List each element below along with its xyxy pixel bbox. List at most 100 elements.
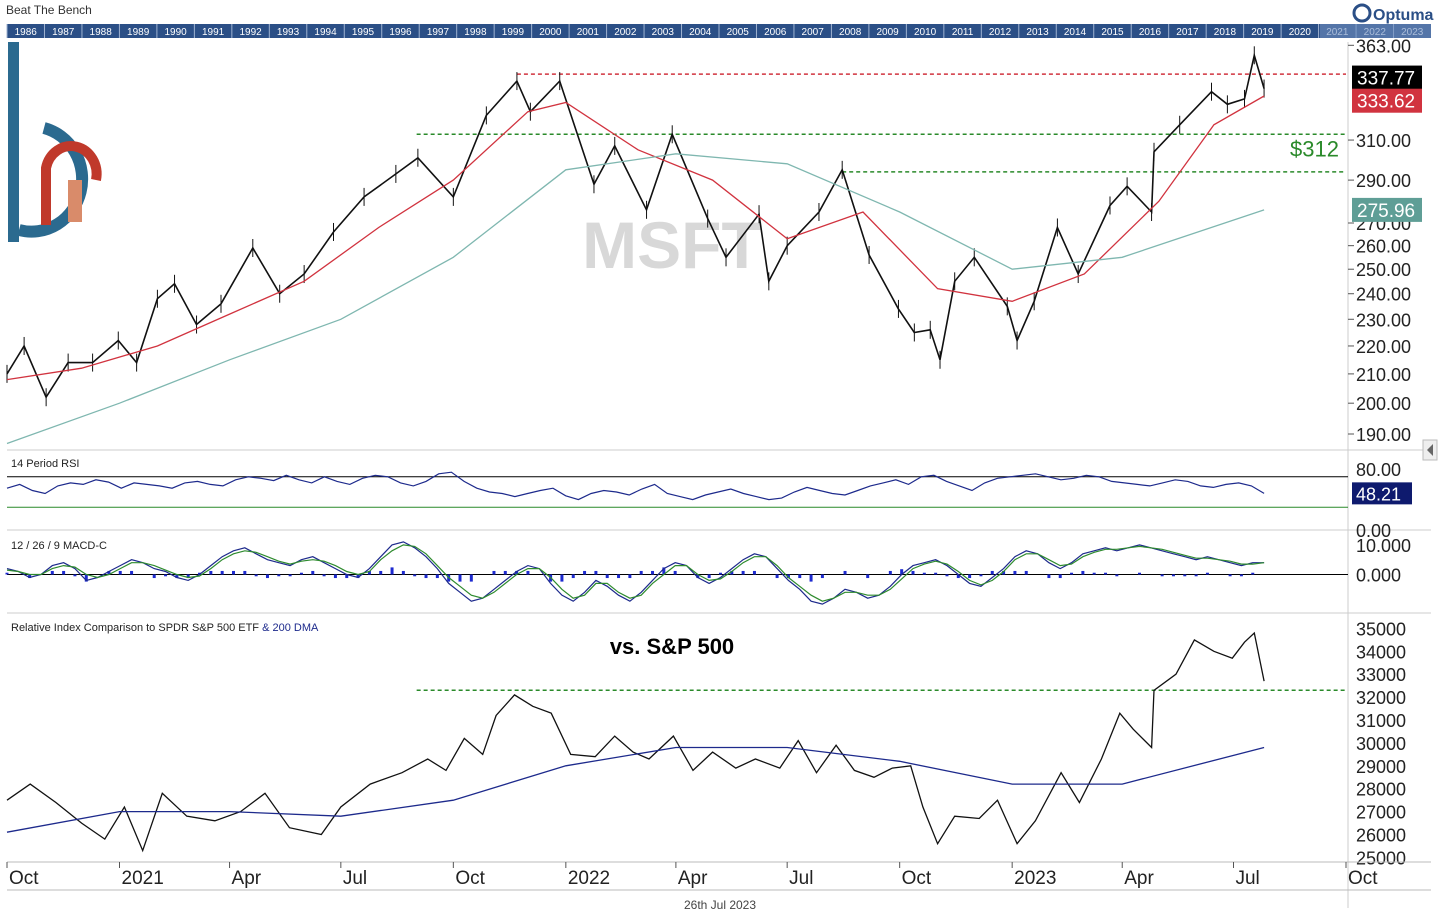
x-tick-label: Jul: [1235, 868, 1259, 889]
timeline-year: 1986: [15, 27, 38, 38]
x-tick-label: Oct: [1348, 868, 1378, 889]
optuma-logo: Optuma: [1352, 3, 1434, 24]
rsi-last-label: 48.21: [1356, 484, 1401, 504]
timeline-year: 1993: [277, 27, 300, 38]
timeline-year: 1992: [239, 27, 262, 38]
timeline-year: 2010: [914, 27, 937, 38]
timeline-year: 2020: [1289, 27, 1312, 38]
date-footer: 26th Jul 2023: [684, 898, 756, 912]
x-tick-label: Jul: [343, 868, 367, 889]
relative-tick-label: 25000: [1356, 848, 1406, 868]
timeline-year: 1995: [352, 27, 375, 38]
timeline-year: 2000: [539, 27, 562, 38]
relative-tick-label: 27000: [1356, 803, 1406, 823]
timeline-year: 2018: [1214, 27, 1237, 38]
relative-tick-label: 33000: [1356, 665, 1406, 685]
price-tick-label: 210.00: [1356, 365, 1411, 385]
sma200-label: 275.96: [1357, 201, 1415, 222]
timeline-year: 2011: [952, 27, 974, 38]
timeline-year: 2002: [614, 27, 637, 38]
rsi-title: 14 Period RSI: [11, 458, 79, 470]
macd-line: [6, 541, 1265, 605]
series-200-dma: [6, 153, 1265, 445]
x-tick-label: Jul: [789, 868, 813, 889]
x-tick-label: 2021: [122, 868, 164, 889]
logo-bar: [8, 42, 19, 242]
timeline-year: 2001: [577, 27, 600, 38]
timeline-year: 2003: [652, 27, 675, 38]
price-tick-label: 190.00: [1356, 425, 1411, 445]
timeline-year: 1998: [464, 27, 487, 38]
x-tick-label: Oct: [902, 868, 932, 889]
timeline-year: 1990: [165, 27, 188, 38]
timeline-year: 1987: [52, 27, 75, 38]
timeline-year: 2012: [989, 27, 1012, 38]
price-panel: 363.00310.00290.00270.00260.00250.00240.…: [6, 36, 1431, 908]
timeline-year: 1997: [427, 27, 450, 38]
macd-panel: 12 / 26 / 9 MACD-C 10.000 0.000: [5, 536, 1431, 614]
price-tick-label: 220.00: [1356, 337, 1411, 357]
timeline-year: 2006: [764, 27, 787, 38]
beat-the-bench-logo: [8, 42, 102, 242]
logo-orange-mark: [68, 180, 82, 222]
optuma-logo-icon: [1352, 3, 1372, 23]
macd-title: 12 / 26 / 9 MACD-C: [11, 540, 107, 552]
relative-tick-label: 35000: [1356, 619, 1406, 639]
timeline-year: 2016: [1139, 27, 1162, 38]
relative-title-suffix: & 200 DMA: [262, 622, 319, 634]
price-tick-label: 250.00: [1356, 260, 1411, 280]
timeline-year: 1996: [389, 27, 412, 38]
macd-tick-label: 10.000: [1356, 536, 1411, 556]
x-tick-label: 2023: [1014, 868, 1056, 889]
price-tick-label: 260.00: [1356, 237, 1411, 257]
relative-tick-label: 31000: [1356, 711, 1406, 731]
price-tick-label: 230.00: [1356, 310, 1411, 330]
timeline-year: 2008: [839, 27, 862, 38]
timeline-year: 1999: [502, 27, 525, 38]
x-tick-label: Apr: [678, 868, 708, 889]
timeline-year: 1991: [202, 27, 225, 38]
timeline-year: 2004: [689, 27, 712, 38]
relative-tick-label: 28000: [1356, 780, 1406, 800]
timeline-year: 2007: [802, 27, 825, 38]
timeline-year: 1988: [90, 27, 113, 38]
timeline-year: 2005: [727, 27, 750, 38]
brand-label: Optuma: [1373, 7, 1434, 24]
rsi-panel: 14 Period RSI 80.000.0048.21: [6, 458, 1431, 541]
relative-panel: Relative Index Comparison to SPDR S&P 50…: [6, 619, 1406, 868]
macd-signal-line: [6, 544, 1265, 602]
rsi-tick-label: 80.00: [1356, 460, 1401, 480]
chart-window: Beat The Bench Optuma 1986 1987 1988 1989 19…: [0, 0, 1441, 924]
price-tick-label: 310.00: [1356, 131, 1411, 151]
relative-tick-label: 26000: [1356, 826, 1406, 846]
panel-collapse-button[interactable]: [1422, 439, 1438, 461]
price-tick-label: 363.00: [1356, 36, 1411, 56]
timeline-year: 2017: [1176, 27, 1199, 38]
timeline-year: 1989: [127, 27, 150, 38]
price-tick-label: 290.00: [1356, 171, 1411, 191]
relative-index-line: [6, 631, 1265, 853]
relative-tick-label: 30000: [1356, 734, 1406, 754]
relative-200dma-line: [6, 746, 1265, 833]
timeline-year: 2015: [1101, 27, 1124, 38]
timeline-year: 2013: [1026, 27, 1049, 38]
support-level-label: $312: [1290, 136, 1339, 161]
price-tick-label: 240.00: [1356, 285, 1411, 305]
x-tick-label: Apr: [1124, 868, 1154, 889]
x-tick-label: 2022: [568, 868, 610, 889]
relative-annotation: vs. S&P 500: [610, 634, 734, 659]
relative-title: Relative Index Comparison to SPDR S&P 50…: [11, 622, 319, 634]
x-tick-label: Oct: [455, 868, 485, 889]
last-price-label: 337.77: [1357, 69, 1415, 90]
timeline-year: 1994: [314, 27, 337, 38]
relative-tick-label: 32000: [1356, 688, 1406, 708]
timeline-year: 2019: [1251, 27, 1274, 38]
chart-canvas: Beat The Bench Optuma 1986 1987 1988 1989 19…: [5, 3, 1438, 912]
x-axis: Oct 2021 Apr Jul Oct 2022 Apr Jul Oct 2023 Apr Jul O…: [6, 861, 1431, 891]
relative-tick-label: 34000: [1356, 642, 1406, 662]
x-tick-label: Oct: [9, 868, 39, 889]
macd-tick-label: 0.000: [1356, 566, 1401, 586]
timeline-year: 2009: [877, 27, 900, 38]
timeline-strip[interactable]: 1986 1987 1988 1989 1990 1991 1992 1993 1994 1995…: [6, 24, 1431, 38]
x-tick-label: Apr: [232, 868, 262, 889]
